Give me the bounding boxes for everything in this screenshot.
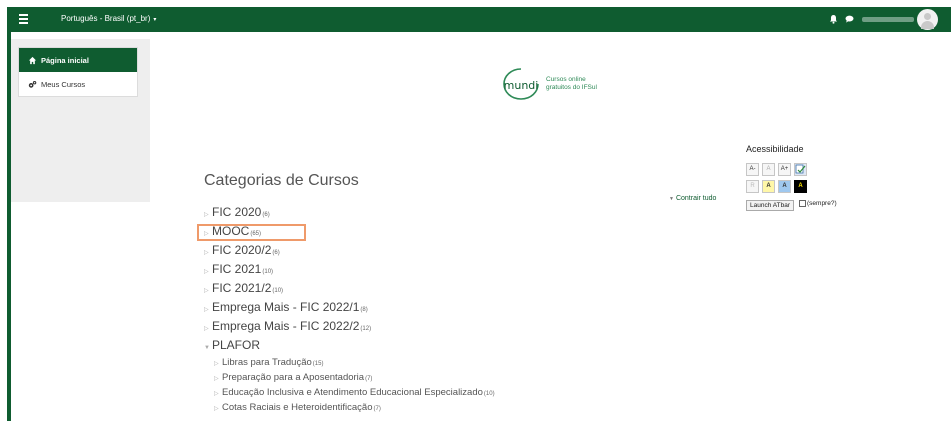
caret-right-icon[interactable]: ▷ [204,325,212,332]
page-title: Categorias de Cursos [204,172,359,189]
category-name[interactable]: Libras para Tradução [222,357,312,368]
cogs-icon [28,80,37,88]
caret-right-icon[interactable]: ▷ [214,360,222,367]
mundi-logo[interactable]: mundi [500,66,542,102]
category-count: (7) [365,376,373,382]
category-count: (10) [262,269,274,275]
category-name[interactable]: Cotas Raciais e Heteroidentificação [222,402,373,413]
subcategory-item[interactable]: ▷ Educação Inclusiva e Atendimento Educac… [204,387,495,402]
subcategory-item[interactable]: ▷ Libras para Tradução (15) [204,357,495,372]
font-decrease-button[interactable]: A- [746,163,759,176]
caret-right-icon[interactable]: ▷ [204,268,212,275]
caret-right-icon[interactable]: ▷ [204,249,212,256]
subcategory-item[interactable]: ▷ Preparação para a Aposentadoria (7) [204,372,495,387]
chevron-down-icon: ▾ [153,17,157,23]
language-selector[interactable]: Português - Brasil (pt_br) ▾ [61,14,156,23]
caret-right-icon[interactable]: ▷ [204,306,212,313]
category-name[interactable]: Educação Inclusiva e Atendimento Educaci… [222,387,483,398]
always-label: (sempre?) [807,200,837,207]
category-name[interactable]: FIC 2021 [212,262,261,276]
logo-tagline-line1: Cursos online [546,76,586,83]
contrast-blue-button[interactable]: A [778,180,791,193]
category-name[interactable]: Preparação para a Aposentadoria [222,372,364,383]
category-count: (8) [360,307,368,313]
category-item[interactable]: ▷ Emprega Mais - FIC 2022/1 (8) [204,300,495,319]
sidebar-item-label: Página inicial [41,55,89,65]
language-label: Português - Brasil (pt_br) [61,14,151,23]
category-count: (12) [360,326,372,332]
category-item[interactable]: ▷ FIC 2020/2 (6) [204,243,495,262]
caret-right-icon[interactable]: ▷ [214,405,222,412]
category-count: (10) [483,391,495,397]
contrast-yellow-button[interactable]: A [762,180,775,193]
logo-tagline-line2: gratuitos do IFSul [546,84,597,91]
category-count: (15) [312,361,324,367]
category-name[interactable]: Emprega Mais - FIC 2022/2 [212,319,359,333]
contrast-black-button[interactable]: A [794,180,807,193]
category-name[interactable]: FIC 2020/2 [212,243,271,257]
sidebar-nav: Página inicial Meus Cursos [18,47,138,97]
caret-down-icon: ▼ [669,196,674,202]
category-count: (7) [373,406,381,412]
subcategory-item[interactable]: ▷ Cotas Raciais e Heteroidentificação (7) [204,402,495,417]
contrast-buttons: R A A A [746,180,807,193]
bell-icon[interactable] [829,14,838,24]
category-name[interactable]: Emprega Mais - FIC 2022/1 [212,300,359,314]
collapse-all-link[interactable]: ▼ Contrair tudo [669,195,716,202]
category-item[interactable]: ▷ FIC 2021/2 (10) [204,281,495,300]
caret-right-icon[interactable]: ▷ [214,390,222,397]
sidebar-item-label: Meus Cursos [41,79,86,89]
category-name[interactable]: FIC 2020 [212,205,261,219]
accessibility-title: Acessibilidade [746,144,804,154]
caret-down-icon[interactable]: ▼ [204,345,212,351]
font-reset-button[interactable]: A [762,163,775,176]
checkbox[interactable] [799,200,806,207]
category-item[interactable]: ▼ PLAFOR [204,338,495,357]
category-item[interactable]: ▷ Emprega Mais - FIC 2022/2 (12) [204,319,495,338]
sidebar-item-my-courses[interactable]: Meus Cursos [19,72,137,96]
logo-tagline: Cursos online gratuitos do IFSul [546,76,597,92]
category-item[interactable]: ▷ FIC 2021 (10) [204,262,495,281]
category-count: (6) [262,212,270,218]
caret-right-icon[interactable]: ▷ [214,375,222,382]
contrast-reset-button[interactable]: R [746,180,759,193]
category-name[interactable]: FIC 2021/2 [212,281,271,295]
logo-wordmark: mundi [504,79,539,92]
sidebar-item-home[interactable]: Página inicial [19,48,137,72]
launch-atbar-button[interactable]: Launch ATbar [746,200,794,211]
avatar[interactable] [917,9,938,30]
category-count: (10) [272,288,284,294]
user-name-redacted[interactable] [862,17,914,22]
always-checkbox[interactable]: (sempre?) [799,200,837,207]
chat-icon[interactable] [845,15,854,23]
collapse-all-label: Contrair tudo [675,195,717,202]
category-item[interactable]: ▷ FIC 2020 (6) [204,205,495,224]
spellcheck-icon[interactable] [794,163,807,176]
category-name[interactable]: PLAFOR [212,338,260,352]
home-icon [28,56,37,64]
caret-right-icon[interactable]: ▷ [204,287,212,294]
top-navbar: Português - Brasil (pt_br) ▾ [7,7,951,32]
highlight-box [197,224,306,241]
menu-icon[interactable] [19,14,28,25]
caret-right-icon[interactable]: ▷ [204,211,212,218]
font-size-buttons: A- A A+ [746,163,807,176]
category-count: (6) [272,250,280,256]
font-increase-button[interactable]: A+ [778,163,791,176]
